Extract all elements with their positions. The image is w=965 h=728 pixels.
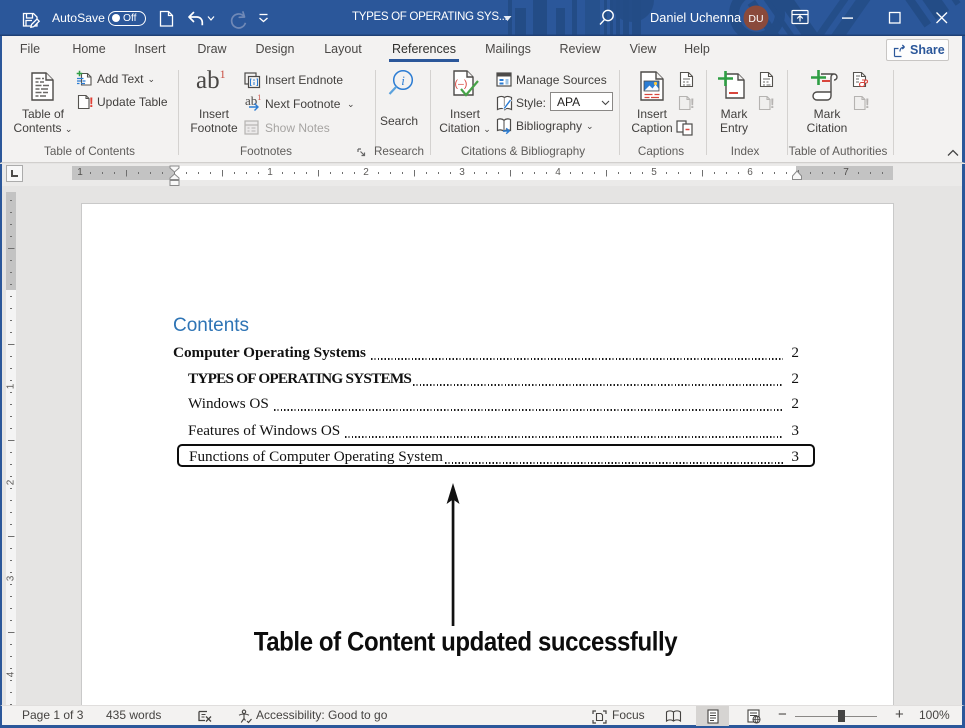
- svg-text:(–): (–): [455, 78, 468, 90]
- svg-text:!: !: [690, 95, 695, 111]
- svg-text:!: !: [89, 94, 94, 110]
- svg-text:!: !: [865, 95, 870, 111]
- svg-text:DU: DU: [748, 13, 763, 25]
- svg-text:!: !: [770, 95, 775, 111]
- svg-text:i: i: [401, 73, 405, 88]
